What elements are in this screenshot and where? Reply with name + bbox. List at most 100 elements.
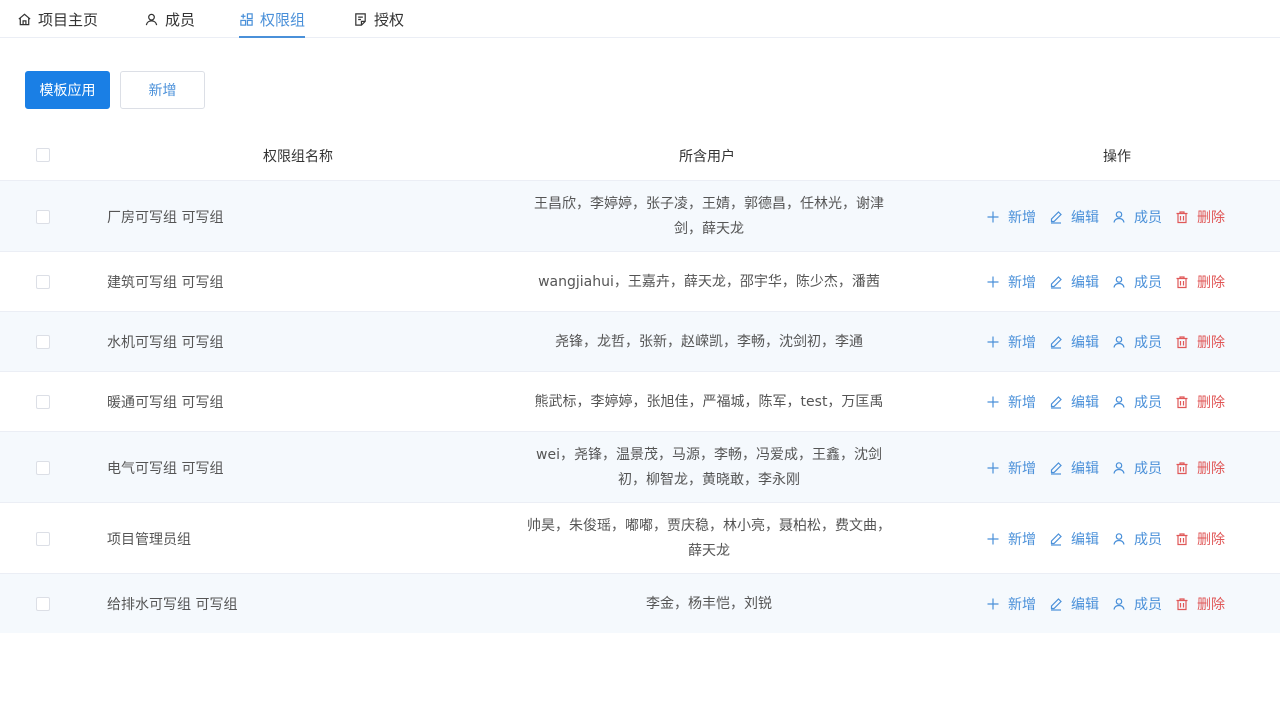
members-button[interactable]: 成员	[1112, 207, 1162, 227]
edit-label: 编辑	[1071, 335, 1099, 351]
members-label: 成员	[1134, 395, 1162, 411]
group-users: 尧锋，龙哲，张新，赵嵘凯，李畅，沈剑初，李通	[509, 330, 909, 355]
plus-icon	[987, 598, 999, 610]
document-check-icon	[355, 12, 366, 26]
edit-button[interactable]: 编辑	[1049, 332, 1099, 352]
edit-label: 编辑	[1071, 460, 1099, 477]
tab-authorization[interactable]: 授权	[353, 0, 404, 38]
table-row: 项目管理员组 帅昊，朱俊瑶，嘟嘟，贾庆稳，林小亮，聂柏松，费文曲， 薛天龙 新增 …	[0, 502, 1280, 573]
group-users: wei，尧锋，温景茂，马源，李畅，冯爱成，王鑫，沈剑 初，柳智龙，黄晓敢，李永刚	[509, 443, 909, 493]
trash-icon	[1176, 276, 1188, 289]
members-button[interactable]: 成员	[1112, 272, 1162, 292]
members-button[interactable]: 成员	[1112, 594, 1162, 614]
edit-button[interactable]: 编辑	[1049, 594, 1099, 614]
edit-label: 编辑	[1071, 597, 1099, 613]
table-row: 水机可写组 可写组 尧锋，龙哲，张新，赵嵘凯，李畅，沈剑初，李通 新增 编辑 成…	[0, 311, 1280, 371]
plus-icon	[987, 396, 999, 408]
trash-icon	[1176, 461, 1188, 474]
add-button[interactable]: 新增	[986, 392, 1036, 412]
group-users: 熊武标，李婷婷，张旭佳，严福城，陈军，test，万匡禹	[509, 390, 909, 415]
users-line: 王昌欣，李婷婷，张子凌，王婧，郭德昌，任林光，谢津	[534, 195, 884, 212]
group-name: 暖通可写组 可写组	[107, 395, 224, 411]
group-users: 帅昊，朱俊瑶，嘟嘟，贾庆稳，林小亮，聂柏松，费文曲， 薛天龙	[509, 514, 909, 564]
table-row: 电气可写组 可写组 wei，尧锋，温景茂，马源，李畅，冯爱成，王鑫，沈剑 初，柳智…	[0, 431, 1280, 502]
add-button[interactable]: 新增	[986, 332, 1036, 352]
row-checkbox[interactable]	[36, 209, 50, 224]
row-checkbox[interactable]	[36, 597, 50, 611]
users-line: 尧锋，龙哲，张新，赵嵘凯，李畅，沈剑初，李通	[555, 333, 863, 350]
pencil-icon	[1050, 598, 1062, 611]
home-icon	[18, 13, 31, 25]
delete-label: 删除	[1197, 460, 1225, 477]
delete-button[interactable]: 删除	[1175, 458, 1225, 478]
tab-bar: 项目主页 成员 权限组 授权	[0, 0, 1280, 38]
user-icon	[1113, 336, 1125, 348]
row-actions: 新增 编辑 成员 删除	[986, 392, 1225, 412]
members-label: 成员	[1134, 209, 1162, 226]
tab-permission-groups[interactable]: 权限组	[239, 0, 306, 38]
edit-button[interactable]: 编辑	[1049, 272, 1099, 292]
user-icon	[1113, 210, 1125, 223]
add-button[interactable]: 新增	[986, 594, 1036, 614]
add-group-button[interactable]: 新增	[120, 71, 205, 109]
add-label: 新增	[1008, 597, 1036, 613]
delete-label: 删除	[1197, 597, 1225, 613]
row-checkbox[interactable]	[36, 460, 50, 475]
add-button[interactable]: 新增	[986, 207, 1036, 227]
add-button[interactable]: 新增	[986, 529, 1036, 549]
plus-icon	[987, 336, 999, 348]
edit-button[interactable]: 编辑	[1049, 392, 1099, 412]
delete-label: 删除	[1197, 395, 1225, 411]
grid-icon	[240, 12, 253, 26]
add-button[interactable]: 新增	[986, 272, 1036, 292]
edit-button[interactable]: 编辑	[1049, 529, 1099, 549]
edit-button[interactable]: 编辑	[1049, 458, 1099, 478]
delete-button[interactable]: 删除	[1175, 594, 1225, 614]
row-actions: 新增 编辑 成员 删除	[986, 529, 1225, 549]
delete-button[interactable]: 删除	[1175, 332, 1225, 352]
row-checkbox[interactable]	[36, 531, 50, 546]
group-name: 建筑可写组 可写组	[107, 275, 224, 291]
delete-button[interactable]: 删除	[1175, 392, 1225, 412]
delete-label: 删除	[1197, 209, 1225, 226]
group-users: 王昌欣，李婷婷，张子凌，王婧，郭德昌，任林光，谢津 剑，薛天龙	[509, 192, 909, 242]
table-row: 暖通可写组 可写组 熊武标，李婷婷，张旭佳，严福城，陈军，test，万匡禹 新增…	[0, 371, 1280, 431]
user-icon	[1113, 532, 1125, 545]
column-header-users: 所含用户	[679, 149, 735, 165]
tab-project-home[interactable]: 项目主页	[17, 0, 98, 38]
plus-icon	[987, 533, 999, 544]
users-line: 初，柳智龙，黄晓敢，李永刚	[618, 471, 800, 488]
row-actions: 新增 编辑 成员 删除	[986, 207, 1225, 227]
delete-label: 删除	[1197, 275, 1225, 291]
row-checkbox[interactable]	[36, 275, 50, 289]
pencil-icon	[1050, 276, 1062, 289]
template-apply-button[interactable]: 模板应用	[25, 71, 110, 109]
members-button[interactable]: 成员	[1112, 332, 1162, 352]
delete-button[interactable]: 删除	[1175, 207, 1225, 227]
delete-button[interactable]: 删除	[1175, 272, 1225, 292]
group-users: wangjiahui，王嘉卉，薛天龙，邵宇华，陈少杰，潘茜	[509, 270, 909, 295]
select-all-checkbox[interactable]	[36, 148, 50, 162]
delete-button[interactable]: 删除	[1175, 529, 1225, 549]
edit-button[interactable]: 编辑	[1049, 207, 1099, 227]
add-label: 新增	[1008, 209, 1036, 226]
user-icon	[1113, 276, 1125, 288]
members-button[interactable]: 成员	[1112, 392, 1162, 412]
group-name: 厂房可写组 可写组	[107, 209, 224, 226]
row-checkbox[interactable]	[36, 335, 50, 349]
users-line: wangjiahui，王嘉卉，薛天龙，邵宇华，陈少杰，潘茜	[538, 273, 880, 290]
members-button[interactable]: 成员	[1112, 529, 1162, 549]
row-checkbox[interactable]	[36, 395, 50, 409]
edit-label: 编辑	[1071, 209, 1099, 226]
add-button[interactable]: 新增	[986, 458, 1036, 478]
tab-label: 权限组	[260, 10, 306, 29]
pencil-icon	[1050, 461, 1062, 475]
members-button[interactable]: 成员	[1112, 458, 1162, 478]
group-name: 给排水可写组 可写组	[107, 597, 238, 613]
add-label: 新增	[1008, 335, 1036, 351]
plus-icon	[987, 462, 999, 473]
tab-label: 授权	[374, 10, 405, 29]
tab-members[interactable]: 成员	[144, 0, 195, 38]
tab-label: 成员	[165, 10, 196, 29]
table-header: 权限组名称 所含用户 操作	[0, 130, 1280, 180]
